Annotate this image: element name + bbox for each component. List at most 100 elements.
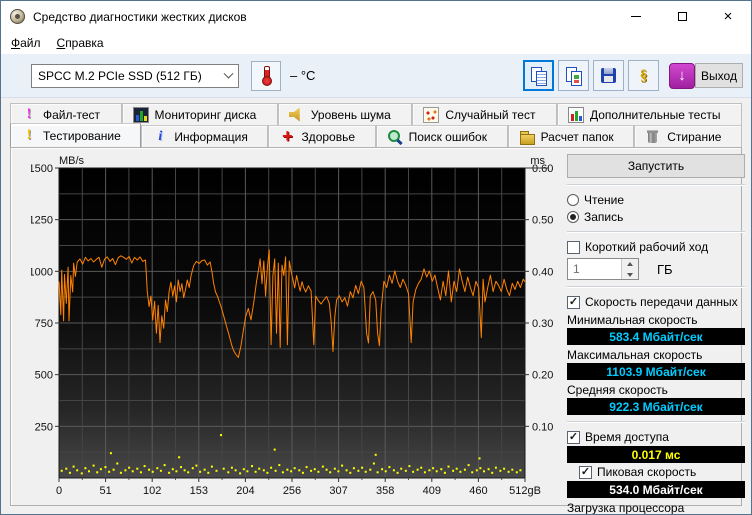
- max-speed-label: Максимальная скорость: [567, 348, 703, 362]
- short-stroke-checkbox[interactable]: Короткий рабочий ход: [567, 239, 745, 255]
- tab-label: Дополнительные тесты: [589, 107, 721, 122]
- svg-text:358: 358: [376, 485, 394, 497]
- svg-text:102: 102: [143, 485, 161, 497]
- control-panel: Запустить Чтение Запись Короткий рабочий…: [567, 154, 745, 515]
- stepper-down-icon[interactable]: [622, 269, 638, 279]
- tab-error-scan[interactable]: Поиск ошибок: [375, 125, 508, 147]
- close-button[interactable]: ×: [705, 1, 751, 32]
- chart-icon: [567, 106, 584, 123]
- access-time-checkbox[interactable]: Время доступа: [567, 429, 745, 445]
- svg-text:0: 0: [56, 485, 62, 497]
- temperature-button[interactable]: [251, 61, 281, 91]
- svg-text:153: 153: [190, 485, 208, 497]
- cpu-usage-label: Загрузка процессора: [567, 501, 685, 515]
- tab-folder-usage[interactable]: Расчет папок: [507, 125, 635, 147]
- write-radio[interactable]: Запись: [567, 209, 745, 225]
- tab-random-test[interactable]: Случайный тест: [412, 103, 557, 125]
- tab-information[interactable]: i Информация: [141, 125, 269, 147]
- start-button[interactable]: Запустить: [567, 154, 745, 178]
- tab-testing[interactable]: ! Тестирование: [10, 123, 142, 147]
- maximize-button[interactable]: [659, 1, 705, 32]
- tab-row-1: ! Файл-тест Мониторинг диска Уровень шума Сл…: [10, 103, 742, 125]
- svg-text:750: 750: [35, 318, 53, 330]
- tab-extra-tests[interactable]: Дополнительные тесты: [556, 103, 742, 125]
- stepper-arrows: [621, 259, 638, 279]
- svg-text:460: 460: [469, 485, 487, 497]
- minimize-icon: [631, 16, 641, 17]
- save-icon: [600, 67, 618, 85]
- svg-text:51: 51: [99, 485, 111, 497]
- burst-rate-label: Пиковая скорость: [597, 465, 697, 479]
- transfer-rate-checkbox[interactable]: Скорость передачи данных: [567, 294, 745, 310]
- short-stroke-label: Короткий рабочий ход: [585, 240, 709, 254]
- temperature-value: – °C: [290, 68, 316, 83]
- exclamation-icon: !: [26, 126, 32, 143]
- toolbar-buttons: § ↓: [523, 60, 695, 91]
- thermometer-icon: [252, 62, 280, 90]
- separator: [567, 184, 745, 186]
- checkbox-icon[interactable]: [567, 240, 580, 254]
- access-time-value: 0.017 мс: [567, 446, 745, 463]
- tab-label: Информация: [174, 129, 248, 144]
- speaker-icon: [288, 107, 300, 122]
- checkbox-icon[interactable]: [567, 295, 580, 309]
- tab-noise-level[interactable]: Уровень шума: [277, 103, 413, 125]
- max-speed-value: 1103.9 Мбайт/сек: [567, 363, 745, 380]
- read-radio[interactable]: Чтение: [567, 192, 745, 208]
- svg-text:1250: 1250: [31, 215, 53, 227]
- checkbox-icon[interactable]: [567, 430, 580, 444]
- stepper-up-icon[interactable]: [622, 259, 638, 269]
- folder-icon: [519, 129, 535, 145]
- chevron-down-icon: [223, 68, 234, 79]
- separator: [567, 421, 745, 423]
- tab-health[interactable]: + Здоровье: [268, 125, 376, 147]
- save-button[interactable]: [593, 60, 624, 91]
- magnifier-icon: [387, 129, 403, 145]
- transfer-rate-label: Скорость передачи данных: [585, 295, 738, 309]
- tab-label: Здоровье: [301, 129, 356, 144]
- avg-speed-value: 922.3 Мбайт/сек: [567, 398, 745, 415]
- menu-item-help[interactable]: Справка: [49, 33, 112, 53]
- exclamation-icon: !: [26, 105, 32, 122]
- benchmark-chart: 250 500 750 1000 1250 1500 0.10 0.20 0.30 0.40 0.5…: [29, 152, 563, 502]
- svg-text:500: 500: [35, 370, 53, 382]
- tab-label: Мониторинг диска: [154, 107, 257, 122]
- copy-button[interactable]: [523, 60, 554, 91]
- stepper-unit-label: ГБ: [657, 261, 673, 277]
- short-stroke-size-stepper[interactable]: 1: [567, 258, 639, 280]
- tab-disk-monitor[interactable]: Мониторинг диска: [121, 103, 278, 125]
- svg-text:1000: 1000: [31, 266, 53, 278]
- menu-item-file[interactable]: Файл: [3, 33, 49, 53]
- download-button[interactable]: ↓: [669, 62, 695, 89]
- tab-erase[interactable]: Стирание: [634, 125, 743, 147]
- svg-text:0.10: 0.10: [532, 421, 553, 433]
- minimize-button[interactable]: [613, 1, 659, 32]
- burst-rate-value: 534.0 Мбайт/сек: [567, 481, 745, 498]
- tab-file-test[interactable]: ! Файл-тест: [10, 103, 122, 125]
- device-select[interactable]: SPCC M.2 PCIe SSD (512 ГБ): [31, 64, 239, 88]
- bar-chart-icon: [132, 106, 149, 123]
- acoustic-button[interactable]: §: [628, 60, 659, 91]
- trash-icon: [645, 129, 661, 145]
- title-bar[interactable]: Средство диагностики жестких дисков ×: [1, 1, 751, 32]
- burst-rate-checkbox[interactable]: Пиковая скорость: [579, 464, 745, 480]
- checkbox-icon[interactable]: [579, 465, 592, 479]
- window-title: Средство диагностики жестких дисков: [33, 9, 247, 24]
- radio-icon[interactable]: [567, 211, 579, 223]
- exit-button[interactable]: Выход: [695, 63, 743, 88]
- read-radio-label: Чтение: [584, 193, 625, 207]
- toolbar: SPCC M.2 PCIe SSD (512 ГБ) – °C § ↓ Выход: [1, 54, 751, 98]
- radio-icon[interactable]: [567, 194, 579, 206]
- copy-image-button[interactable]: [558, 60, 589, 91]
- svg-text:256: 256: [283, 485, 301, 497]
- tab-label: Случайный тест: [445, 107, 536, 122]
- disk-icon: [10, 9, 25, 24]
- stepper-value[interactable]: 1: [568, 259, 621, 279]
- svg-text:MB/s: MB/s: [59, 155, 85, 167]
- min-speed-value: 583.4 Мбайт/сек: [567, 328, 745, 345]
- tab-label: Стирание: [667, 129, 722, 144]
- copy-icon: [530, 66, 548, 86]
- write-radio-label: Запись: [584, 210, 624, 224]
- acoustic-icon: §: [639, 67, 648, 84]
- svg-text:512gB: 512gB: [509, 485, 541, 497]
